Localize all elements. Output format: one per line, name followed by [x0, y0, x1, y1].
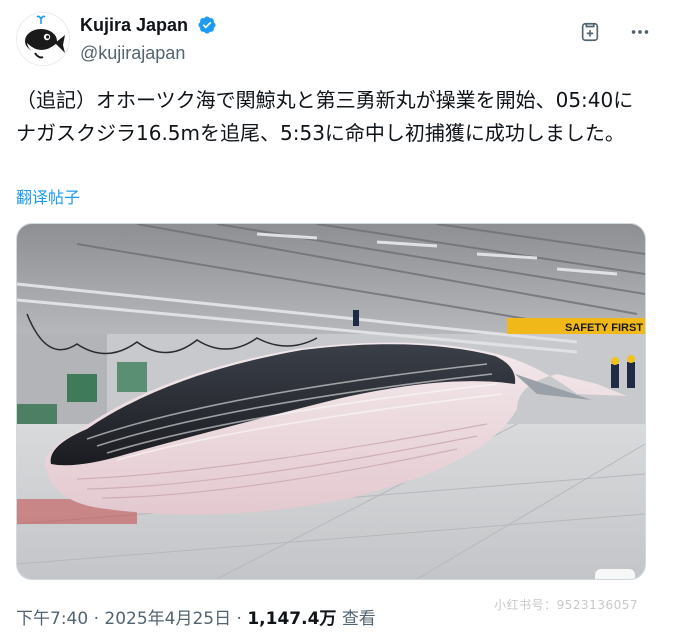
- views-count: 1,147.4万: [247, 609, 337, 629]
- whale-logo-icon: [17, 13, 69, 65]
- watermark: 小红书号：9523136057: [494, 598, 638, 612]
- verified-badge-icon: [197, 15, 217, 35]
- tweet-photo[interactable]: SAFETY FIRST: [16, 223, 646, 580]
- safety-first-banner: SAFETY FIRST: [565, 322, 643, 334]
- tweet-meta: 下午7:40 · 2025年4月25日 · 1,147.4万 查看: [16, 604, 376, 629]
- handle[interactable]: @kujirajapan: [80, 42, 217, 64]
- meta-separator: ·: [93, 609, 99, 629]
- tweet-text: （追記）オホーツク海で関鯨丸と第三勇新丸が操業を開始、05:40にナガスクジラ1…: [16, 88, 634, 145]
- tweet-header: Kujira Japan @kujirajapan: [16, 10, 662, 70]
- grok-icon: [581, 22, 599, 42]
- translate-post-link[interactable]: 翻译帖子: [16, 184, 80, 208]
- post-time[interactable]: 下午7:40: [16, 609, 88, 629]
- views-label: 查看: [341, 609, 376, 629]
- grok-button[interactable]: [572, 14, 608, 50]
- meta-separator: ·: [236, 609, 242, 629]
- author-names: Kujira Japan @kujirajapan: [80, 14, 217, 64]
- more-icon: [631, 30, 649, 34]
- post-date[interactable]: 2025年4月25日: [104, 609, 231, 629]
- more-button[interactable]: [622, 14, 658, 50]
- display-name[interactable]: Kujira Japan: [80, 14, 188, 36]
- whale-photo-icon: SAFETY FIRST: [17, 224, 645, 579]
- avatar[interactable]: [16, 12, 70, 66]
